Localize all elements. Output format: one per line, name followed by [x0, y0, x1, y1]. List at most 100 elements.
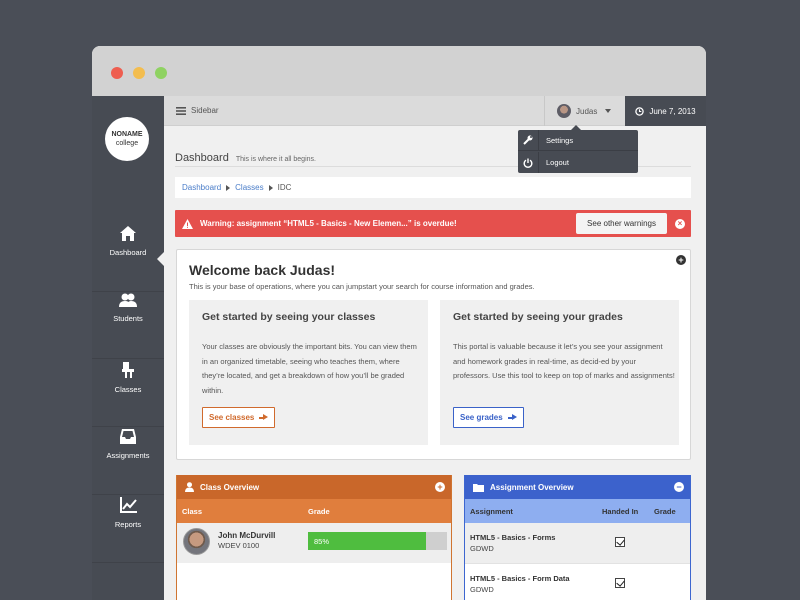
panel-header: Assignment Overview − [465, 475, 690, 499]
sidebar-item-classes[interactable]: Classes [92, 361, 164, 427]
handed-in-checkbox [615, 578, 625, 588]
clock-icon [635, 106, 645, 116]
grade-progress-fill: 85% [308, 532, 427, 550]
grades-card: Get started by seeing your grades This p… [440, 300, 679, 445]
college-logo[interactable]: NONAME college [105, 117, 149, 161]
panel-header: Class Overview + [177, 475, 451, 499]
app-window: NONAME college Dashboard Students Classe… [92, 46, 706, 600]
page-header: Dashboard This is where it all begins. [175, 152, 316, 164]
maximize-window-button[interactable] [155, 67, 167, 79]
warning-icon [182, 218, 193, 229]
chevron-down-icon [605, 109, 612, 113]
breadcrumb-dashboard[interactable]: Dashboard [182, 183, 221, 192]
overdue-alert: Warning: assignment “HTML5 - Basics - Ne… [175, 210, 691, 237]
see-classes-button[interactable]: See classes [202, 407, 276, 428]
assignment-overview-panel: Assignment Overview − Assignment Handed … [464, 475, 691, 600]
table-row[interactable]: HTML5 - Basics - Form Data GDWD [465, 563, 690, 600]
close-icon[interactable]: × [675, 219, 685, 229]
hamburger-icon [176, 106, 186, 115]
user-icon [185, 482, 194, 492]
page-title: Dashboard [175, 152, 229, 164]
table-row[interactable]: HTML5 - Basics - Forms GDWD [465, 523, 690, 563]
column-header-assignment: Assignment [470, 507, 513, 516]
handed-in-checkbox [615, 537, 625, 547]
date-display: June 7, 2013 [625, 96, 706, 126]
panel-title: Assignment Overview [490, 482, 574, 492]
date-text: June 7, 2013 [649, 106, 696, 116]
column-header-grade: Grade [308, 507, 330, 516]
breadcrumb-classes[interactable]: Classes [235, 183, 263, 192]
window-titlebar [92, 46, 706, 96]
chalkboard-icon [122, 362, 134, 378]
card-title: Get started by seeing your grades [453, 311, 623, 323]
collapse-icon[interactable]: − [674, 482, 684, 492]
wrench-icon [518, 129, 539, 151]
home-icon [120, 226, 136, 241]
menu-item-label: Logout [546, 158, 569, 167]
grade-progress-bar: 85% [308, 532, 447, 550]
assignment-course: GDWD [470, 544, 494, 553]
menu-item-logout[interactable]: Logout [518, 152, 638, 173]
alert-text: Warning: assignment “HTML5 - Basics - Ne… [200, 219, 457, 228]
expand-icon[interactable]: + [435, 482, 445, 492]
breadcrumb-current: IDC [277, 183, 292, 192]
expand-icon[interactable]: + [676, 255, 686, 265]
sidebar-toggle-button[interactable]: Sidebar [176, 106, 219, 115]
caret-right-icon [268, 184, 273, 191]
sidebar-item-label: Classes [114, 385, 142, 394]
assignment-name: HTML5 - Basics - Form Data [470, 574, 570, 583]
table-row[interactable]: John McDurvill WDEV 0100 85% [177, 523, 451, 563]
sidebar-item-label: Dashboard [109, 248, 147, 257]
sidebar-toggle-label: Sidebar [191, 106, 219, 115]
top-bar: Sidebar Judas June 7, 2013 [164, 96, 706, 126]
button-label: See classes [209, 413, 255, 422]
users-icon [119, 293, 137, 307]
assignment-name: HTML5 - Basics - Forms [470, 533, 556, 542]
user-dropdown-menu: Settings Logout [518, 125, 638, 173]
sidebar-item-label: Assignments [106, 451, 150, 460]
student-name: John McDurvill [218, 531, 276, 540]
table-header: Class Grade [177, 499, 451, 523]
sidebar-item-reports[interactable]: Reports [92, 497, 164, 563]
sidebar-item-students[interactable]: Students [92, 293, 164, 359]
assignment-course: GDWD [470, 585, 494, 594]
see-other-warnings-button[interactable]: See other warnings [576, 213, 667, 234]
welcome-title: Welcome back Judas! [189, 262, 336, 278]
grade-label: 85% [314, 536, 330, 546]
card-title: Get started by seeing your classes [202, 311, 376, 323]
sidebar: NONAME college Dashboard Students Classe… [92, 96, 164, 600]
close-window-button[interactable] [111, 67, 123, 79]
chart-icon [119, 497, 137, 513]
page-subtitle: This is where it all begins. [235, 156, 316, 163]
card-body: This portal is valuable because it let’s… [453, 342, 675, 380]
class-overview-panel: Class Overview + Class Grade John McDurv… [176, 475, 452, 600]
logo-sub: college [115, 140, 139, 147]
power-icon [518, 152, 539, 173]
table-header: Assignment Handed In Grade [465, 499, 690, 523]
sidebar-item-dashboard[interactable]: Dashboard [92, 226, 164, 292]
button-label: See grades [460, 413, 503, 422]
sidebar-item-label: Students [113, 314, 143, 323]
avatar [183, 528, 210, 555]
panel-title: Class Overview [200, 482, 260, 492]
menu-item-label: Settings [546, 135, 574, 145]
column-header-grade: Grade [654, 507, 676, 516]
see-grades-button[interactable]: See grades [453, 407, 524, 428]
minimize-window-button[interactable] [133, 67, 145, 79]
arrow-right-icon [507, 414, 517, 421]
folder-icon [473, 483, 484, 492]
logo-name: NONAME [111, 131, 143, 138]
welcome-panel: Welcome back Judas! This is your base of… [176, 249, 691, 460]
class-code: WDEV 0100 [218, 541, 260, 550]
user-avatar [557, 104, 571, 118]
column-header-class: Class [182, 507, 203, 516]
arrow-right-icon [259, 414, 269, 421]
menu-item-settings[interactable]: Settings [518, 129, 638, 151]
user-menu-button[interactable]: Judas [544, 96, 625, 126]
welcome-intro: This is your base of operations, where y… [189, 282, 535, 291]
sidebar-item-label: Reports [114, 520, 142, 529]
column-header-handed-in: Handed In [602, 507, 639, 516]
classes-card: Get started by seeing your classes Your … [189, 300, 428, 445]
sidebar-item-assignments[interactable]: Assignments [92, 429, 164, 495]
card-body: Your classes are obviously the important… [202, 342, 417, 395]
